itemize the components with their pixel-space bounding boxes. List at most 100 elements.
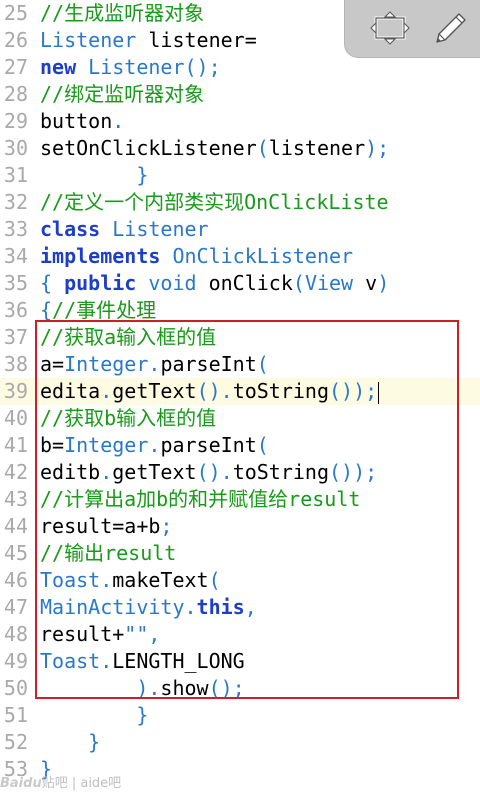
code-token: //计算出a加b的和并赋值给result xyxy=(40,487,361,511)
line-number: 48 xyxy=(3,622,28,646)
code-line[interactable]: 33 class Listener xyxy=(0,216,480,243)
code-token: public xyxy=(64,271,137,295)
code-token: a= xyxy=(40,352,65,376)
code-token: ); xyxy=(365,136,390,160)
code-token: class xyxy=(40,217,101,241)
code-token: Integer xyxy=(64,352,149,376)
line-number: 27 xyxy=(3,55,28,79)
code-text: //绑定监听器对象 xyxy=(40,81,204,108)
code-token: makeText xyxy=(112,568,209,592)
code-line[interactable]: 49 Toast.LENGTH_LONG xyxy=(0,648,480,675)
code-line[interactable]: 46 Toast.makeText( xyxy=(0,567,480,594)
code-line[interactable]: 40 //获取b输入框的值 xyxy=(0,405,480,432)
code-token: } xyxy=(40,703,149,727)
code-token: show xyxy=(160,676,209,700)
code-text: { public void onClick(View v) xyxy=(40,270,389,297)
code-line[interactable]: 51 } xyxy=(0,702,480,729)
code-token: parseInt xyxy=(160,352,257,376)
code-token: , xyxy=(244,595,257,619)
code-token: Toast xyxy=(40,649,101,673)
code-line[interactable]: 38 a=Integer.parseInt( xyxy=(0,351,480,378)
line-number: 51 xyxy=(3,703,28,727)
fit-screen-button[interactable] xyxy=(367,6,413,50)
code-token: void xyxy=(148,271,197,295)
code-token: result+ xyxy=(40,622,125,646)
code-line[interactable]: 48 result+"", xyxy=(0,621,480,648)
line-number: 40 xyxy=(3,406,28,430)
code-line[interactable]: 47 MainActivity.this, xyxy=(0,594,480,621)
code-editor[interactable]: 25 //生成监听器对象 26 Listener listener= 27 new Lis… xyxy=(0,0,480,800)
code-line[interactable]: 28 //绑定监听器对象 xyxy=(0,81,480,108)
code-line[interactable]: 29 button. xyxy=(0,108,480,135)
code-token: getText xyxy=(112,460,197,484)
code-text: b=Integer.parseInt( xyxy=(40,432,269,459)
code-line[interactable]: 35 { public void onClick(View v) xyxy=(0,270,480,297)
code-text: result=a+b; xyxy=(40,513,172,540)
code-text: //获取b输入框的值 xyxy=(40,405,216,432)
line-number: 44 xyxy=(3,514,28,538)
code-line[interactable]: 41 b=Integer.parseInt( xyxy=(0,432,480,459)
code-token: setOnClickListener xyxy=(40,136,257,160)
code-line[interactable]: 36 {//事件处理 xyxy=(0,297,480,324)
code-line[interactable]: 34 implements OnClickListener xyxy=(0,243,480,270)
code-text: } xyxy=(40,702,148,729)
code-line[interactable]: 44 result=a+b; xyxy=(0,513,480,540)
code-line[interactable]: 43 //计算出a加b的和并赋值给result xyxy=(0,486,480,513)
code-line[interactable]: 45 //输出result xyxy=(0,540,480,567)
line-number: 26 xyxy=(3,28,28,52)
code-text: //生成监听器对象 xyxy=(40,0,204,27)
code-token: "", xyxy=(124,622,161,646)
code-token: listener= xyxy=(136,28,257,52)
code-token: Listener xyxy=(112,217,209,241)
code-line[interactable]: 31 } xyxy=(0,162,480,189)
edit-button[interactable] xyxy=(427,6,473,50)
code-line[interactable]: 39 edita.getText().toString()); xyxy=(0,378,480,405)
code-line[interactable]: 30 setOnClickListener(listener); xyxy=(0,135,480,162)
code-token: ( xyxy=(256,136,269,160)
code-line[interactable]: 52 } xyxy=(0,729,480,756)
code-line[interactable]: 32 //定义一个内部类实现OnClickListe xyxy=(0,189,480,216)
code-token: toString xyxy=(232,379,330,403)
fit-screen-icon xyxy=(370,11,410,45)
code-token: } xyxy=(40,730,101,754)
watermark-text: 贴吧 | aide吧 xyxy=(41,776,122,791)
line-number: 25 xyxy=(3,1,28,25)
code-token: v xyxy=(353,271,378,295)
code-token: ( xyxy=(256,352,269,376)
line-number: 45 xyxy=(3,541,28,565)
code-token: { xyxy=(40,271,65,295)
code-token: . xyxy=(100,460,113,484)
text-cursor xyxy=(378,381,380,404)
code-text: implements OnClickListener xyxy=(40,243,353,270)
code-line[interactable]: 50 ).show(); xyxy=(0,675,480,702)
code-token: (). xyxy=(196,379,233,403)
code-token: (); xyxy=(184,55,221,79)
line-number: 32 xyxy=(3,190,28,214)
line-number: 36 xyxy=(3,298,28,322)
code-text: edita.getText().toString()); xyxy=(40,378,380,405)
code-token: this xyxy=(196,595,245,619)
code-token: View xyxy=(304,271,354,295)
code-token: //定义一个内部类实现OnClickListe xyxy=(40,190,389,214)
code-token: { xyxy=(40,298,53,322)
code-text: class Listener xyxy=(40,216,209,243)
code-token: ) xyxy=(377,271,390,295)
code-line[interactable]: 42 editb.getText().toString()); xyxy=(0,459,480,486)
code-token: //获取a输入框的值 xyxy=(40,325,217,349)
baidu-logo: Baidu xyxy=(0,776,42,791)
code-token: implements xyxy=(40,244,161,268)
line-number: 34 xyxy=(3,244,28,268)
line-number: 50 xyxy=(3,676,28,700)
code-text: Listener listener= xyxy=(40,27,257,54)
code-line[interactable]: 37 //获取a输入框的值 xyxy=(0,324,480,351)
code-token: } xyxy=(40,163,149,187)
line-number: 47 xyxy=(3,595,28,619)
code-line[interactable]: 27 new Listener(); xyxy=(0,54,480,81)
code-token: . xyxy=(148,352,161,376)
code-token: LENGTH_LONG xyxy=(112,649,245,673)
code-token: OnClickListener xyxy=(172,244,354,268)
